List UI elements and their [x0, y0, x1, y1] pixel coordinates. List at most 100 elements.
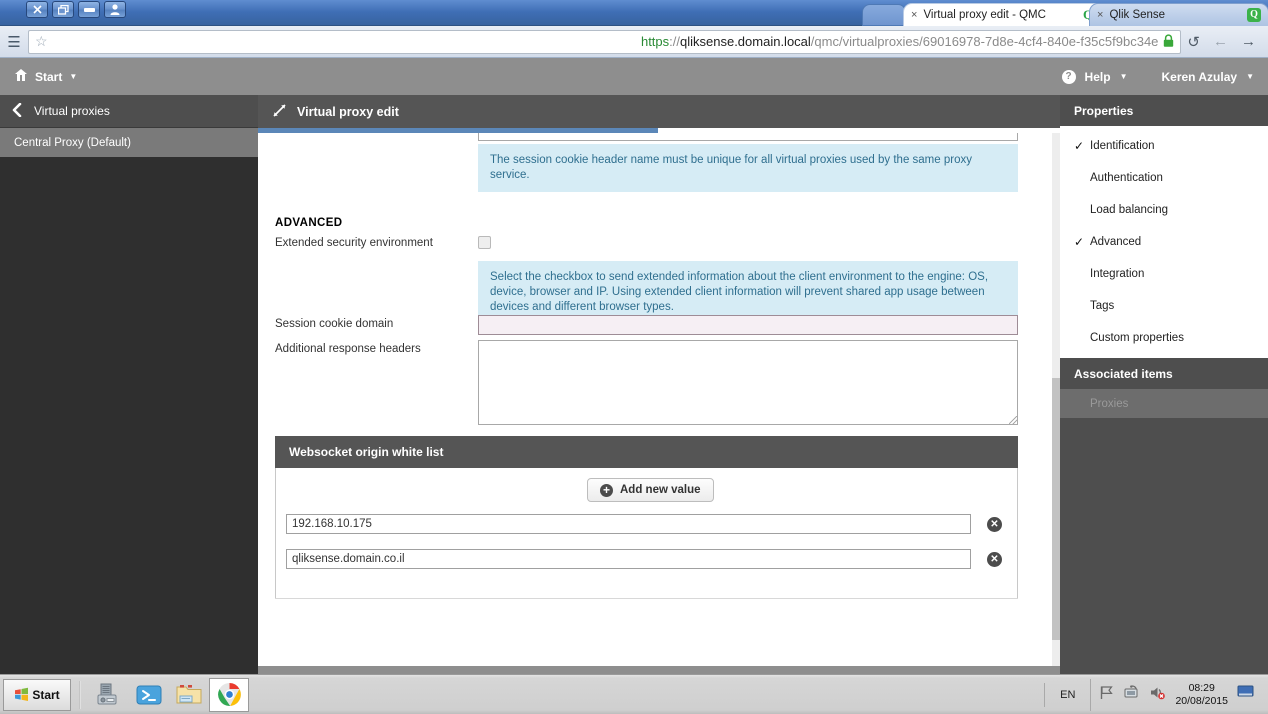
- properties-title: Properties: [1060, 95, 1268, 126]
- left-nav: Virtual proxies Central Proxy (Default): [0, 95, 258, 674]
- tray-clock[interactable]: 08:29 20/08/2015: [1175, 682, 1228, 708]
- delete-icon[interactable]: ✕: [987, 517, 1002, 532]
- left-nav-title: Virtual proxies: [34, 104, 110, 118]
- chevron-down-icon[interactable]: ▼: [69, 72, 77, 81]
- tab-close-icon[interactable]: ×: [911, 9, 917, 21]
- check-icon: ✓: [1074, 139, 1085, 153]
- tray-date: 20/08/2015: [1175, 694, 1228, 707]
- advanced-section-title: ADVANCED: [275, 217, 343, 229]
- top-accent-bar: [258, 128, 658, 133]
- windows-logo-icon: [15, 687, 29, 701]
- start-button[interactable]: Start: [3, 678, 71, 711]
- url-text: https://qliksense.domain.local/qmc/virtu…: [52, 34, 1158, 49]
- help-chevron-down-icon[interactable]: ▼: [1120, 72, 1128, 81]
- tab-close-icon[interactable]: ×: [1097, 9, 1103, 21]
- associated-item-label: Proxies: [1090, 397, 1129, 410]
- info-session-cookie: The session cookie header name must be u…: [478, 144, 1018, 192]
- websocket-panel-title: Websocket origin white list: [289, 445, 444, 459]
- url-scheme: https: [640, 34, 670, 49]
- bookmark-star-icon[interactable]: ☆: [35, 33, 48, 50]
- properties-item-identification[interactable]: ✓ Identification: [1060, 130, 1268, 162]
- home-icon: [14, 68, 28, 85]
- browser-tabstrip: × Virtual proxy edit - QMC Q × Qlik Sens…: [0, 0, 1268, 26]
- delete-icon[interactable]: ✕: [987, 552, 1002, 567]
- volume-muted-icon[interactable]: [1149, 685, 1166, 705]
- network-icon[interactable]: [1123, 684, 1140, 705]
- help-icon: ?: [1061, 69, 1076, 84]
- tray-language-indicator[interactable]: EN: [1054, 689, 1081, 701]
- properties-item-authentication[interactable]: Authentication: [1060, 162, 1268, 194]
- websocket-panel-header: Websocket origin white list: [275, 436, 1018, 468]
- properties-item-label: Tags: [1090, 300, 1115, 312]
- additional-response-headers-textarea[interactable]: [478, 340, 1018, 425]
- session-cookie-domain-input[interactable]: [478, 315, 1018, 335]
- properties-item-load-balancing[interactable]: Load balancing: [1060, 194, 1268, 226]
- qlik-logo-icon: Q: [1247, 8, 1261, 22]
- tab-label: Qlik Sense: [1109, 9, 1166, 21]
- user-menu-label[interactable]: Keren Azulay: [1161, 70, 1237, 84]
- reload-icon[interactable]: ↺: [1187, 33, 1200, 51]
- back-icon[interactable]: ←: [1213, 33, 1228, 50]
- taskbar-divider: [79, 680, 81, 709]
- sidebar-item-label: Central Proxy (Default): [14, 136, 131, 149]
- add-new-value-label: Add new value: [620, 484, 701, 496]
- properties-item-advanced[interactable]: ✓ Advanced: [1060, 226, 1268, 258]
- user-chevron-down-icon[interactable]: ▼: [1246, 72, 1254, 81]
- edit-form: The session cookie header name must be u…: [258, 133, 1052, 666]
- taskbar-server-manager-icon[interactable]: [89, 678, 129, 712]
- taskbar-powershell-icon[interactable]: [129, 678, 169, 712]
- help-label[interactable]: Help: [1085, 70, 1111, 84]
- properties-item-label: Authentication: [1090, 172, 1163, 184]
- sidebar-item-central-proxy[interactable]: Central Proxy (Default): [0, 128, 258, 157]
- qmc-start-menu[interactable]: Start ▼: [0, 68, 77, 85]
- window-controls: [26, 1, 126, 18]
- flag-icon[interactable]: [1099, 685, 1114, 705]
- browser-tab-inactive[interactable]: × Qlik Sense Q: [1089, 3, 1268, 26]
- extended-security-checkbox[interactable]: [478, 236, 491, 249]
- window-close-button[interactable]: [26, 1, 48, 18]
- form-scrollbar[interactable]: [1052, 133, 1060, 666]
- window-restore-button[interactable]: [52, 1, 74, 18]
- taskbar-file-explorer-icon[interactable]: [169, 678, 209, 712]
- textarea-resize-grip[interactable]: [1009, 416, 1017, 424]
- window-user-button[interactable]: [104, 1, 126, 18]
- taskbar-chrome-icon[interactable]: [209, 677, 249, 712]
- websocket-value-input-1[interactable]: [286, 549, 971, 569]
- windows-taskbar: Start EN 08:29 20/08/2015: [0, 674, 1268, 714]
- properties-item-label: Integration: [1090, 268, 1145, 280]
- websocket-value-input-0[interactable]: [286, 514, 971, 534]
- url-host: qliksense.domain.local: [680, 34, 811, 49]
- qmc-header-right: ? Help ▼ Keren Azulay ▼: [1061, 69, 1268, 84]
- back-chevron-icon[interactable]: [12, 102, 22, 120]
- associated-items-title: Associated items: [1060, 358, 1268, 389]
- window-minimize-button[interactable]: [78, 1, 100, 18]
- properties-item-integration[interactable]: Integration: [1060, 258, 1268, 290]
- left-nav-header[interactable]: Virtual proxies: [0, 95, 258, 128]
- properties-item-label: Identification: [1090, 140, 1155, 152]
- tray-icons: 08:29 20/08/2015: [1090, 678, 1262, 711]
- divider: [275, 598, 1018, 599]
- properties-item-tags[interactable]: Tags: [1060, 290, 1268, 322]
- add-new-value-button[interactable]: + Add new value: [587, 478, 714, 502]
- properties-item-custom-properties[interactable]: Custom properties: [1060, 322, 1268, 354]
- associated-item-proxies: Proxies: [1060, 389, 1268, 418]
- address-bar[interactable]: ☆ https://qliksense.domain.local/qmc/vir…: [28, 29, 1182, 54]
- main-panel-header: Virtual proxy edit: [258, 95, 1060, 128]
- session-cookie-header-input-cropped[interactable]: [478, 133, 1018, 141]
- browser-tab-active[interactable]: × Virtual proxy edit - QMC Q: [903, 3, 1103, 26]
- form-scrollbar-thumb[interactable]: [1052, 378, 1060, 640]
- additional-response-headers-label: Additional response headers: [275, 343, 421, 355]
- extended-security-label: Extended security environment: [275, 237, 433, 249]
- properties-item-label: Advanced: [1090, 236, 1142, 248]
- tray-time: 08:29: [1188, 681, 1215, 694]
- browser-menu-icon[interactable]: ☰: [0, 33, 28, 51]
- forward-icon[interactable]: →: [1241, 33, 1256, 50]
- collapse-arrows-icon[interactable]: [272, 103, 287, 121]
- page-title: Virtual proxy edit: [297, 104, 399, 119]
- page-area: Virtual proxies Central Proxy (Default) …: [0, 95, 1268, 714]
- qmc-start-label: Start: [35, 69, 63, 84]
- show-desktop-icon[interactable]: [1237, 685, 1254, 704]
- tab-label: Virtual proxy edit - QMC: [923, 9, 1046, 21]
- qmc-header: Start ▼ ? Help ▼ Keren Azulay ▼: [0, 58, 1268, 95]
- properties-item-label: Custom properties: [1090, 332, 1184, 344]
